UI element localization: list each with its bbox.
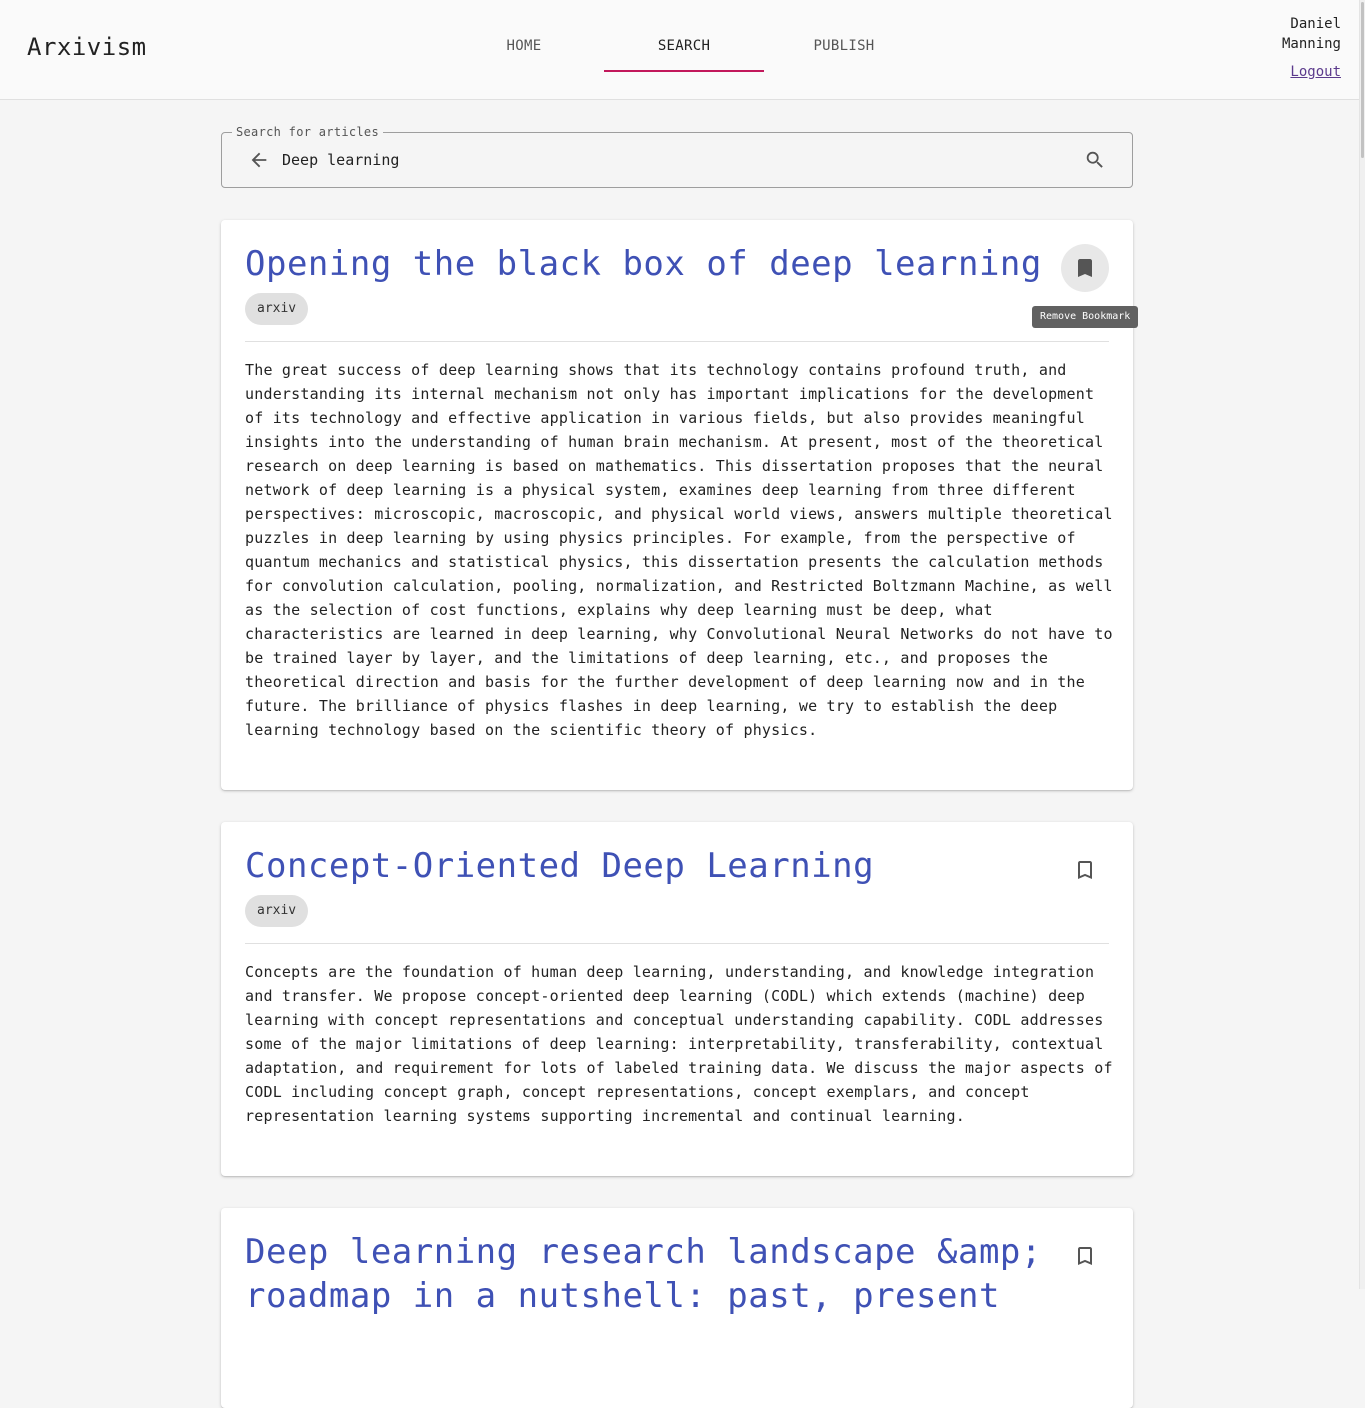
- bookmark-button[interactable]: [1061, 244, 1109, 292]
- result-abstract: Concepts are the foundation of human dee…: [245, 963, 1113, 1125]
- scrollbar-thumb[interactable]: [1361, 2, 1364, 158]
- card-divider: [245, 341, 1109, 342]
- result-card: Opening the black box of deep learning a…: [221, 220, 1139, 790]
- bookmark-outline-icon: [1078, 1247, 1092, 1265]
- result-card: Concept-Oriented Deep Learning arxiv Con…: [221, 822, 1133, 1176]
- active-tab-indicator: [604, 70, 764, 72]
- source-chip: arxiv: [245, 895, 309, 927]
- app-logo[interactable]: Arxivism: [27, 33, 147, 61]
- bookmark-filled-icon: [1078, 259, 1092, 277]
- search-label: Search for articles: [232, 125, 383, 139]
- page-scrollbar[interactable]: [1359, 0, 1365, 1289]
- user-menu: Daniel Manning Logout: [1261, 14, 1341, 82]
- arrow-left-icon[interactable]: [248, 149, 270, 171]
- source-chip: arxiv: [245, 293, 309, 325]
- bookmark-button[interactable]: [1061, 846, 1109, 894]
- logout-link[interactable]: Logout: [1261, 62, 1341, 82]
- result-title[interactable]: Concept-Oriented Deep Learning: [245, 844, 1045, 888]
- result-card: Deep learning research landscape &amp; r…: [221, 1208, 1133, 1408]
- card-divider: [245, 943, 1109, 944]
- tab-home[interactable]: HOME: [444, 38, 604, 54]
- user-name: Daniel Manning: [1281, 16, 1341, 52]
- search-field[interactable]: Search for articles: [221, 125, 1133, 188]
- result-abstract: The great success of deep learning shows…: [245, 361, 1113, 739]
- bookmark-outline-icon: [1078, 861, 1092, 879]
- tab-search[interactable]: SEARCH: [604, 38, 764, 54]
- tab-publish[interactable]: PUBLISH: [764, 38, 924, 54]
- result-title[interactable]: Deep learning research landscape &amp; r…: [245, 1230, 1045, 1318]
- bookmark-button[interactable]: [1061, 1232, 1109, 1280]
- bookmark-tooltip: Remove Bookmark: [1032, 306, 1139, 328]
- search-icon[interactable]: [1084, 149, 1106, 171]
- result-title[interactable]: Opening the black box of deep learning: [245, 242, 1045, 286]
- search-input[interactable]: [282, 147, 1062, 173]
- app-header: Arxivism HOME SEARCH PUBLISH Daniel Mann…: [0, 0, 1359, 100]
